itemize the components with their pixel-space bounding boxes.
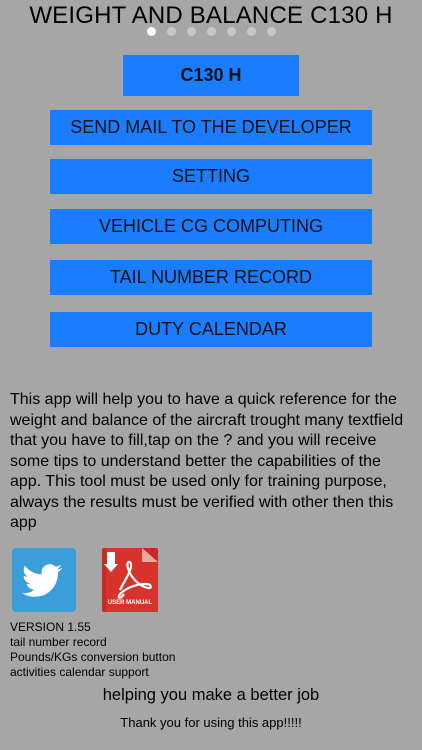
twitter-icon[interactable] xyxy=(12,548,76,612)
pdf-icon-label: USER MANUAL xyxy=(107,600,153,606)
page-dot-5[interactable] xyxy=(226,27,236,36)
send-mail-label: SEND MAIL TO THE DEVELOPER xyxy=(70,117,352,137)
page-indicator[interactable] xyxy=(0,27,422,36)
aircraft-model-label: C130 H xyxy=(180,65,242,85)
duty-calendar-label: DUTY CALENDAR xyxy=(135,319,287,339)
vehicle-cg-label: VEHICLE CG COMPUTING xyxy=(98,216,324,236)
tail-number-record-label: TAIL NUMBER RECORD xyxy=(109,267,313,287)
page-dot-3[interactable] xyxy=(186,27,196,36)
page-dot-1[interactable] xyxy=(146,27,156,36)
page-dot-6[interactable] xyxy=(246,27,256,36)
setting-label: SETTING xyxy=(171,166,250,186)
send-mail-button[interactable]: SEND MAIL TO THE DEVELOPER xyxy=(50,110,372,145)
slogan-text: helping you make a better job xyxy=(102,686,320,704)
page-dot-2[interactable] xyxy=(166,27,176,36)
version-info: VERSION 1.55 tail number record Pounds/K… xyxy=(10,620,175,680)
pdf-user-manual-icon[interactable]: USER MANUAL xyxy=(102,548,158,612)
twitter-bird-icon xyxy=(22,564,63,597)
page-dot-7[interactable] xyxy=(266,27,276,36)
version-note-1: tail number record xyxy=(10,635,107,649)
vehicle-cg-button[interactable]: VEHICLE CG COMPUTING xyxy=(50,209,372,244)
duty-calendar-button[interactable]: DUTY CALENDAR xyxy=(50,312,372,347)
setting-button[interactable]: SETTING xyxy=(50,159,372,194)
version-note-2: Pounds/KGs conversion button xyxy=(10,650,176,664)
app-title: WEIGHT AND BALANCE C130 H xyxy=(29,2,393,29)
tail-number-record-button[interactable]: TAIL NUMBER RECORD xyxy=(50,260,372,295)
aircraft-model-button[interactable]: C130 H xyxy=(123,55,299,96)
app-description: This app will help you to have a quick r… xyxy=(10,391,404,531)
version-number: VERSION 1.55 xyxy=(10,620,91,634)
page-dot-4[interactable] xyxy=(206,27,216,36)
version-note-3: activities calendar support xyxy=(10,665,149,679)
thanks-text: Thank you for using this app!!!!! xyxy=(120,715,302,730)
